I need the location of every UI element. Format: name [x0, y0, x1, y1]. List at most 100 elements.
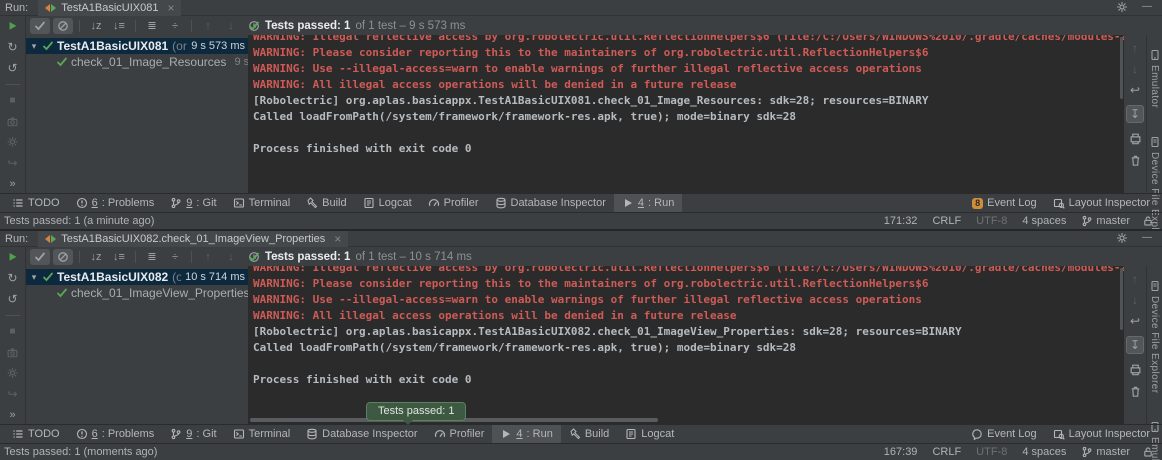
status-segment[interactable]: 4 spaces: [1022, 215, 1066, 227]
previous-occurrence-button[interactable]: ↑: [198, 18, 218, 34]
test-runner-toolbar: ↓z ↓≡ ≣ ÷ ↑ ↓ » Tests passed: 1 of 1 tes…: [26, 247, 1162, 266]
rerun-failed-tests-icon[interactable]: ↻: [7, 272, 17, 284]
toolwindow-button[interactable]: 9: Git: [162, 194, 224, 212]
sort-alphabetically-button[interactable]: ↓z: [86, 249, 106, 265]
event-log-button[interactable]: 8 Event Log: [964, 194, 1045, 212]
next-occurrence-button[interactable]: ↓: [221, 249, 241, 265]
lock-icon[interactable]: [1142, 446, 1154, 458]
stop-icon[interactable]: ■: [9, 326, 15, 338]
test-settings-icon[interactable]: [6, 136, 19, 148]
sort-by-duration-button[interactable]: ↓≡: [109, 18, 129, 34]
hide-icon[interactable]: —: [1142, 1, 1152, 13]
next-occurrence-button[interactable]: ↓: [221, 18, 241, 34]
scroll-to-end-icon[interactable]: ↧: [1126, 105, 1144, 123]
up-icon[interactable]: ↑: [1132, 42, 1138, 54]
rerun-failed-tests-icon[interactable]: ↻: [7, 41, 17, 53]
up-icon[interactable]: ↑: [1132, 273, 1138, 285]
show-ignored-button[interactable]: [53, 18, 73, 34]
toolwindow-button[interactable]: Profiler: [426, 425, 493, 443]
problems-icon: [76, 428, 88, 440]
toolwindow-button[interactable]: Logcat: [617, 425, 682, 443]
print-icon[interactable]: [1129, 132, 1142, 145]
screenshot-icon[interactable]: [6, 116, 19, 128]
toolwindow-button[interactable]: TODO: [4, 194, 68, 212]
status-segment[interactable]: CRLF: [932, 215, 961, 227]
git-branch-indicator[interactable]: master: [1081, 446, 1130, 458]
more-icon[interactable]: »: [9, 178, 15, 190]
rerun-button[interactable]: [6, 20, 19, 32]
toolwindow-button[interactable]: Build: [561, 425, 617, 443]
expand-all-button[interactable]: ≣: [142, 249, 162, 265]
test-tree-row[interactable]: ▾ TestA1BasicUIX081 (org.aplas.basicappx…: [26, 38, 248, 54]
console-vertical-scrollbar[interactable]: [1120, 37, 1123, 99]
scroll-to-end-icon[interactable]: ↧: [1126, 336, 1144, 354]
toolwindow-button[interactable]: Profiler: [420, 194, 487, 212]
toolwindow-button[interactable]: Build: [298, 194, 354, 212]
toolwindow-button[interactable]: Database Inspector: [487, 194, 614, 212]
auto-rerun-icon[interactable]: ↺: [7, 62, 17, 74]
toolwindow-button[interactable]: TODO: [4, 425, 68, 443]
print-icon[interactable]: [1129, 363, 1142, 376]
soft-wrap-icon[interactable]: ↩: [1130, 315, 1140, 327]
expand-all-button[interactable]: ≣: [142, 18, 162, 34]
test-tree-row[interactable]: check_01_ImageView_Properties 10 s 714 m…: [26, 285, 248, 301]
toolwindow-button[interactable]: 6: Problems: [68, 425, 163, 443]
settings-gear-icon[interactable]: [1116, 232, 1128, 244]
toolwindow-button[interactable]: Terminal: [225, 194, 299, 212]
lock-icon[interactable]: [1142, 215, 1154, 227]
test-tree-row[interactable]: ▾ TestA1BasicUIX082 (org.aplas.basicappx…: [26, 269, 248, 285]
sort-by-duration-button[interactable]: ↓≡: [109, 249, 129, 265]
toolwindow-button[interactable]: Logcat: [355, 194, 420, 212]
hide-icon[interactable]: —: [1142, 232, 1152, 244]
show-passed-button[interactable]: [30, 249, 50, 265]
toolwindow-button[interactable]: Terminal: [225, 425, 299, 443]
run-tab[interactable]: TestA1BasicUIX081 ×: [38, 0, 181, 16]
run-tab[interactable]: TestA1BasicUIX082.check_01_ImageView_Pro…: [38, 231, 348, 247]
auto-rerun-icon[interactable]: ↺: [7, 293, 17, 305]
run-console[interactable]: WARNING: Illegal reflective access by or…: [248, 266, 1124, 424]
toolwindow-button[interactable]: 4: Run: [492, 425, 560, 443]
console-vertical-scrollbar[interactable]: [1120, 268, 1123, 330]
import-test-results-icon[interactable]: ↪: [7, 388, 17, 400]
status-segment[interactable]: 4 spaces: [1022, 446, 1066, 458]
show-passed-button[interactable]: [30, 18, 50, 34]
tool-stripe-button[interactable]: Emulator: [1149, 49, 1161, 108]
layout-inspector-button[interactable]: Layout Inspector: [1045, 425, 1158, 443]
previous-occurrence-button[interactable]: ↑: [198, 249, 218, 265]
test-tree-row[interactable]: check_01_Image_Resources 9 s 573 ms: [26, 54, 248, 70]
close-icon[interactable]: ×: [167, 3, 174, 13]
show-ignored-button[interactable]: [53, 249, 73, 265]
toolwindow-button[interactable]: 6: Problems: [68, 194, 163, 212]
status-segment[interactable]: 167:39: [884, 446, 918, 458]
event-log-button[interactable]: Event Log: [963, 425, 1045, 443]
soft-wrap-icon[interactable]: ↩: [1130, 84, 1140, 96]
down-icon[interactable]: ↓: [1132, 63, 1138, 75]
screenshot-icon[interactable]: [6, 347, 19, 359]
close-icon[interactable]: ×: [334, 234, 341, 244]
status-segment[interactable]: 171:32: [884, 215, 918, 227]
down-icon[interactable]: ↓: [1132, 294, 1138, 306]
collapse-all-button[interactable]: ÷: [165, 249, 185, 265]
collapse-all-button[interactable]: ÷: [165, 18, 185, 34]
layout-inspector-button[interactable]: Layout Inspector: [1045, 194, 1158, 212]
tool-stripe-button[interactable]: Device File Explorer: [1149, 280, 1161, 393]
rerun-button[interactable]: [6, 251, 19, 263]
toolwindow-button[interactable]: 4: Run: [614, 194, 682, 212]
status-segment[interactable]: UTF-8: [976, 446, 1007, 458]
test-settings-icon[interactable]: [6, 367, 19, 379]
clear-all-icon[interactable]: [1129, 385, 1142, 398]
status-segment[interactable]: UTF-8: [976, 215, 1007, 227]
settings-gear-icon[interactable]: [1116, 1, 1128, 13]
status-segment[interactable]: CRLF: [932, 446, 961, 458]
run-window-header: Run: TestA1BasicUIX082.check_01_ImageVie…: [0, 231, 1162, 247]
run-console[interactable]: WARNING: Illegal reflective access by or…: [248, 35, 1124, 193]
sort-alphabetically-button[interactable]: ↓z: [86, 18, 106, 34]
git-branch-indicator[interactable]: master: [1081, 215, 1130, 227]
import-test-results-icon[interactable]: ↪: [7, 157, 17, 169]
chevron-down-icon[interactable]: ▾: [28, 272, 40, 283]
toolwindow-button[interactable]: 9: Git: [162, 425, 224, 443]
chevron-down-icon[interactable]: ▾: [28, 41, 40, 52]
more-icon[interactable]: »: [9, 409, 15, 421]
stop-icon[interactable]: ■: [9, 95, 15, 107]
clear-all-icon[interactable]: [1129, 154, 1142, 167]
